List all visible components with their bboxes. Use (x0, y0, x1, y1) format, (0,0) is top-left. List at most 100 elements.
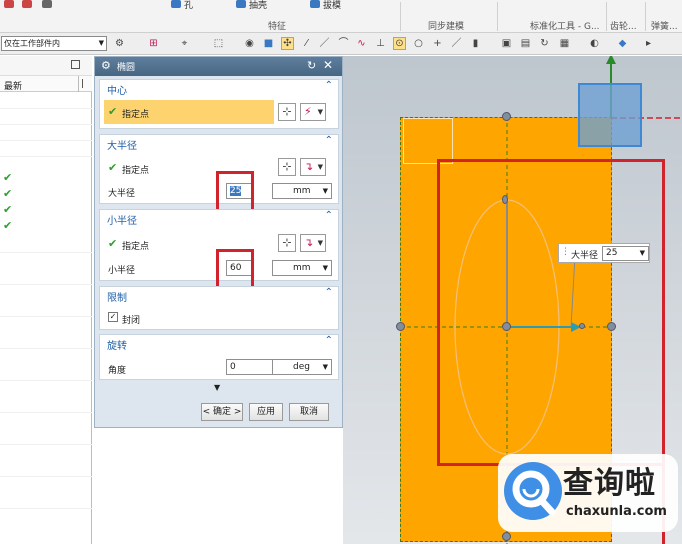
graphics-viewport[interactable]: ⋮ 大半径 25 ▼ 查询啦 chaxunla.com (343, 56, 682, 544)
ribbon-shell-button[interactable]: 抽壳 (249, 0, 267, 11)
selection-toolbar: 仅在工作部件内 ▼ ⚙ ⊞ ⌖ ⬚ ◉ ■ ✣ ⁄ ／ ⌒ ∿ ⊥ ⊙ ○ + … (0, 33, 682, 55)
view-icon[interactable]: ▣ (500, 37, 513, 50)
ribbon-draft-button[interactable]: 拔模 (323, 0, 341, 11)
collapse-icon[interactable]: ⌃ (325, 135, 333, 146)
major-radius-unit-dropdown[interactable]: mm ▼ (272, 183, 332, 199)
inferred-point-icon[interactable]: ↴ ▼ (300, 234, 326, 252)
list-row-line (0, 508, 92, 509)
column-more-label: | (81, 79, 85, 89)
maximize-icon[interactable] (71, 60, 80, 69)
limits-section-title[interactable]: 限制 (107, 289, 127, 304)
curve-icon[interactable]: ⌒ (337, 37, 350, 50)
render-icon[interactable]: ◐ (588, 37, 601, 50)
watermark-url: chaxunla.com (566, 504, 667, 519)
major-radius-onscreen-input[interactable]: ⋮ 大半径 25 ▼ (558, 243, 650, 263)
watermark: 查询啦 chaxunla.com (498, 454, 678, 532)
reset-icon[interactable]: ↻ (307, 59, 316, 72)
expand-more-icon[interactable]: ▼ (214, 383, 220, 392)
control-point[interactable] (607, 322, 616, 331)
hole-icon[interactable] (171, 0, 181, 8)
undo-icon[interactable] (4, 0, 14, 8)
point-dialog-icon[interactable]: ⊹ (278, 234, 296, 252)
list-row-line (0, 156, 92, 157)
spline-icon[interactable]: ∿ (355, 37, 368, 50)
control-point[interactable] (502, 112, 511, 121)
collapse-icon[interactable]: ⌃ (325, 287, 333, 298)
image-icon[interactable]: ▤ (519, 37, 532, 50)
onscreen-value: 25 (606, 248, 618, 258)
angle-value: 0 (230, 362, 236, 372)
inferred-point-icon[interactable]: ⚡ ▼ (300, 103, 326, 121)
navigator-column-header[interactable]: 最新 | (0, 76, 92, 92)
apply-button[interactable]: 应用 (249, 403, 283, 421)
drag-handle-icon[interactable]: ⋮ (561, 247, 570, 257)
select-icon[interactable]: ⌖ (178, 37, 191, 50)
dialog-title-bar[interactable]: ⚙ 椭圆 ↻ ✕ (95, 57, 342, 76)
angle-label: 角度 (108, 366, 127, 376)
control-point[interactable] (502, 532, 511, 541)
minor-radius-unit-dropdown[interactable]: mm ▼ (272, 260, 332, 276)
layout-icon[interactable]: ▦ (558, 37, 571, 50)
point-dialog-icon[interactable]: ⊹ (278, 158, 296, 176)
control-point[interactable] (502, 322, 511, 331)
ribbon-separator (497, 2, 498, 31)
list-row-line (0, 284, 92, 285)
point-dialog-icon[interactable]: ⊹ (278, 103, 296, 121)
minor-radius-unit: mm (293, 263, 311, 273)
cube-view-icon[interactable]: ◆ (616, 37, 629, 50)
list-row-line (0, 444, 92, 445)
closed-checkbox[interactable]: ✓ (108, 312, 118, 322)
onscreen-value-field[interactable]: 25 ▼ (602, 246, 649, 261)
chevron-down-icon: ▼ (317, 163, 323, 171)
on-curve-icon[interactable]: ／ (450, 37, 463, 50)
cancel-button[interactable]: 取消 (289, 403, 329, 421)
minor-radius-section-title[interactable]: 小半径 (107, 212, 137, 227)
snap-grid-icon[interactable]: ✣ (281, 37, 294, 50)
list-row-line (0, 412, 92, 413)
angle-unit-dropdown[interactable]: deg ▼ (272, 359, 332, 375)
shaded-icon[interactable]: ◉ (243, 37, 256, 50)
selection-scope-dropdown[interactable]: 仅在工作部件内 ▼ (1, 36, 107, 51)
collapse-icon[interactable]: ⌃ (325, 80, 333, 91)
collapse-icon[interactable]: ⌃ (325, 210, 333, 221)
more-icon[interactable]: ▸ (642, 37, 655, 50)
box-select-icon[interactable]: ⬚ (212, 37, 225, 50)
ribbon-group-spring: 弹簧... (651, 22, 678, 32)
rotation-section-title[interactable]: 旋转 (107, 337, 127, 352)
quadrant-icon[interactable]: ○ (412, 37, 425, 50)
rotate-icon[interactable]: ↻ (538, 37, 551, 50)
line-snap-icon[interactable]: ⁄ (300, 37, 313, 50)
chevron-down-icon: ▼ (639, 249, 645, 257)
center-snap-icon[interactable]: ⊙ (393, 37, 406, 50)
ok-button[interactable]: < 确定 > (201, 403, 243, 421)
shell-icon[interactable] (236, 0, 246, 8)
control-point[interactable] (502, 195, 508, 204)
limits-section: 限制 ⌃ ✓ 封闭 (99, 286, 339, 330)
control-point[interactable] (396, 322, 405, 331)
snap-point-icon[interactable]: ⊞ (147, 37, 160, 50)
control-point[interactable] (579, 323, 585, 329)
gear-icon[interactable]: ⚙ (101, 59, 111, 73)
inferred-point-icon[interactable]: ↴ ▼ (300, 158, 326, 176)
face-icon[interactable]: ▮ (469, 37, 482, 50)
search-icon (512, 470, 556, 516)
major-radius-section-title[interactable]: 大半径 (107, 137, 137, 152)
intersection-icon[interactable]: + (431, 37, 444, 50)
ribbon-hole-button[interactable]: 孔 (184, 0, 193, 11)
close-icon[interactable]: ✕ (323, 58, 333, 72)
major-point-label: 指定点 (122, 166, 150, 176)
copy-icon[interactable] (42, 0, 52, 8)
redo-icon[interactable] (22, 0, 32, 8)
center-section: 中心 ⌃ ✔ 指定点 ⊹ ⚡ ▼ (99, 79, 339, 129)
center-section-title[interactable]: 中心 (107, 82, 127, 97)
tangent-icon[interactable]: ⊥ (374, 37, 387, 50)
column-divider[interactable] (78, 76, 79, 92)
minor-radius-label: 小半径 (108, 266, 136, 276)
view-triad-cube[interactable] (578, 83, 642, 147)
solid-icon[interactable]: ■ (262, 37, 275, 50)
settings-icon[interactable]: ⚙ (113, 37, 126, 50)
draft-icon[interactable] (310, 0, 320, 8)
collapse-icon[interactable]: ⌃ (325, 335, 333, 346)
chevron-down-icon: ▼ (98, 39, 104, 47)
endpoint-icon[interactable]: ／ (318, 37, 331, 50)
